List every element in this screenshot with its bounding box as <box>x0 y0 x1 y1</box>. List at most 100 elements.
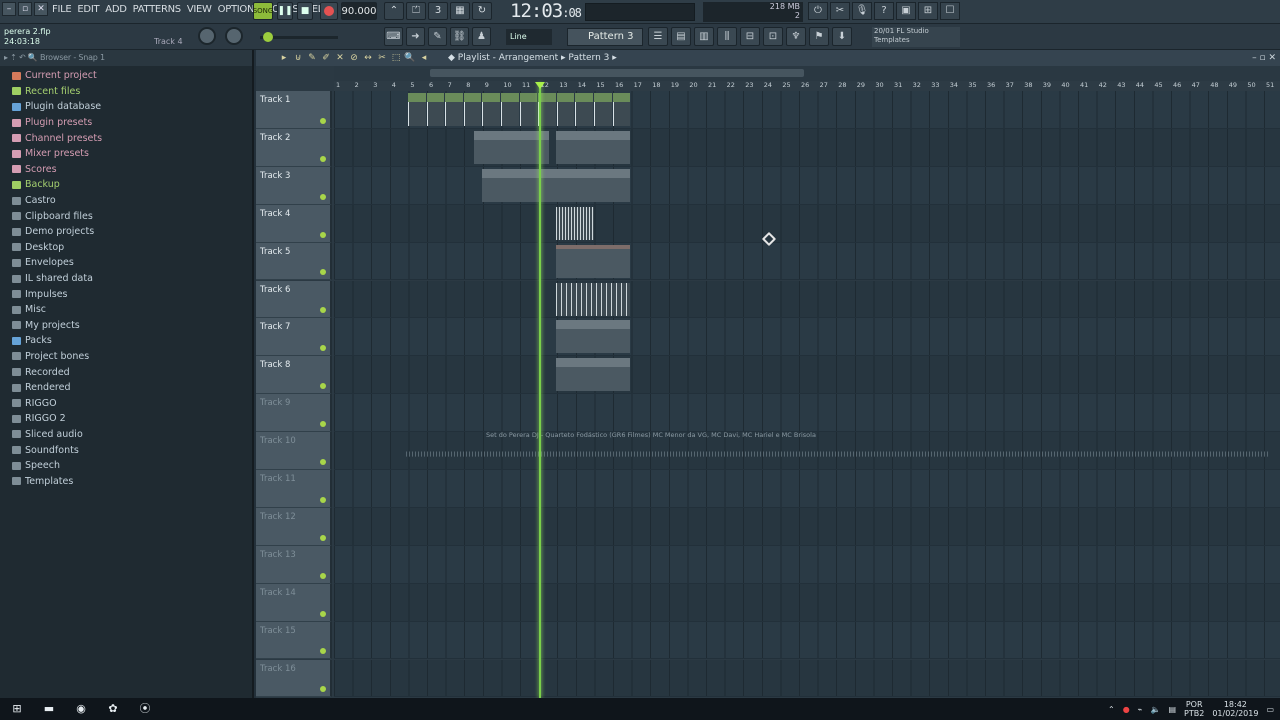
minimize-icon[interactable]: – <box>2 2 16 16</box>
touch-icon[interactable]: ♆ <box>786 27 806 46</box>
browser-item[interactable]: Plugin database <box>12 99 252 115</box>
track-mute-led[interactable] <box>320 458 326 465</box>
track-header[interactable]: Track 10 <box>256 432 332 470</box>
close-icon[interactable]: ✕ <box>1268 53 1276 63</box>
track-mute-led[interactable] <box>320 231 326 238</box>
loop-record-icon[interactable]: ↻ <box>472 2 492 20</box>
track-mute-led[interactable] <box>320 686 326 693</box>
track-lane[interactable] <box>334 280 1280 319</box>
bar-ruler[interactable]: 1 2 3 4 5 6 7 8 9 10 11 12 13 14 15 16 17 18 19 20 21 22 23 24 2… <box>334 81 1280 91</box>
clock[interactable]: 18:42 01/02/2019 <box>1212 700 1258 718</box>
channel-rack-icon[interactable]: ▥ <box>694 27 714 46</box>
link-icon[interactable]: ⛓ <box>450 27 469 46</box>
pattern-clip[interactable] <box>445 93 463 126</box>
playlist-icon[interactable]: ☰ <box>648 27 668 46</box>
paint-icon[interactable]: ✐ <box>320 52 332 64</box>
pattern-clip[interactable] <box>408 93 426 126</box>
song-mode-button[interactable]: SONG <box>253 2 273 20</box>
track-mute-led[interactable] <box>320 345 326 352</box>
browser-item[interactable]: Plugin presets <box>12 115 252 131</box>
browser-item[interactable]: Channel presets <box>12 130 252 146</box>
select-icon[interactable]: ⬚ <box>390 52 402 64</box>
track-mute-led[interactable] <box>320 648 326 655</box>
keyboard-icon[interactable]: ⌨ <box>384 27 403 46</box>
track-mute-led[interactable] <box>320 572 326 579</box>
menu-view[interactable]: VIEW <box>185 4 214 15</box>
track-header[interactable]: Track 13 <box>256 545 332 584</box>
browser-item[interactable]: Current project <box>12 68 252 84</box>
plugin-picker-icon[interactable]: ⊡ <box>763 27 783 46</box>
restore-icon[interactable]: ▫ <box>1259 53 1265 63</box>
pattern-clip[interactable]: Pattern 1 <box>556 130 630 164</box>
browser-item[interactable]: Project bones <box>12 349 252 365</box>
plugin-icon[interactable]: ⊞ <box>918 2 938 20</box>
track-lane[interactable] <box>334 621 1280 660</box>
track-header[interactable]: Track 4 <box>256 204 332 243</box>
browser-item[interactable]: RIGGO <box>12 395 252 411</box>
pattern-clip[interactable] <box>556 244 630 278</box>
audio-waveform[interactable] <box>406 451 1268 457</box>
pen-icon[interactable]: ✎ <box>428 27 447 46</box>
track-lane[interactable]: Pattern 2 Pattern 2 <box>334 166 1280 205</box>
zoom-icon[interactable]: 🔍 <box>404 52 416 64</box>
browser-item[interactable]: My projects <box>12 318 252 334</box>
help-icon[interactable]: ? <box>874 2 894 20</box>
track-lane[interactable] <box>334 204 1280 243</box>
browser-item[interactable]: RIGGO 2 <box>12 411 252 427</box>
mixer-icon[interactable]: ⫼ <box>717 27 737 46</box>
track-header[interactable]: Track 5 <box>256 242 332 281</box>
restore-icon[interactable]: ▫ <box>18 2 32 16</box>
pattern-selector[interactable]: Pattern 3 <box>567 28 643 46</box>
track-lane[interactable] <box>334 470 1280 508</box>
minimize-icon[interactable]: – <box>1252 53 1257 63</box>
pattern-clip[interactable]: Pattern 3 <box>556 320 630 354</box>
menu-arrow-icon[interactable]: ▸ <box>278 52 290 64</box>
draw-icon[interactable]: ✎ <box>306 52 318 64</box>
master-volume-knob[interactable] <box>198 27 216 45</box>
browser-item[interactable]: Speech <box>12 458 252 474</box>
notification-icon[interactable]: ▭ <box>1266 705 1274 714</box>
browser-item[interactable]: IL shared data <box>12 271 252 287</box>
track-lane[interactable] <box>334 242 1280 281</box>
snap-selector[interactable]: Line <box>506 29 552 45</box>
browser-item[interactable]: Backup <box>12 177 252 193</box>
magnet-icon[interactable]: ⊍ <box>292 52 304 64</box>
track-mute-led[interactable] <box>320 155 326 162</box>
countdown-icon[interactable]: 3 <box>428 2 448 20</box>
track-mute-led[interactable] <box>320 269 326 276</box>
chrome-icon[interactable]: ◉ <box>72 701 90 717</box>
tempo-tap-icon[interactable]: ⚑ <box>809 27 829 46</box>
browser-item[interactable]: Impulses <box>12 286 252 302</box>
track-header[interactable]: Track 14 <box>256 583 332 622</box>
pattern-clip[interactable] <box>612 93 631 126</box>
pattern-clip[interactable]: Pattern 1 <box>474 130 549 164</box>
play-audition-icon[interactable]: ◂ <box>418 52 430 64</box>
menu-file[interactable]: FILE <box>50 4 73 15</box>
browser-item[interactable]: Mixer presets <box>12 146 252 162</box>
keyboard-icon[interactable]: ▤ <box>1168 705 1176 714</box>
mute-icon[interactable]: ⊘ <box>348 52 360 64</box>
pause-button[interactable]: ❚❚ <box>277 2 293 20</box>
track-mute-led[interactable] <box>320 534 326 541</box>
news-panel[interactable]: 20/01 FL Studio Templates <box>872 27 960 47</box>
save-icon[interactable]: ▣ <box>896 2 916 20</box>
browser-item[interactable]: Recorded <box>12 364 252 380</box>
browser-item[interactable]: Desktop <box>12 240 252 256</box>
track-lane[interactable] <box>334 583 1280 622</box>
track-lane[interactable]: Pattern 1 Pattern 1 <box>334 128 1280 167</box>
track-header[interactable]: Track 3 <box>256 166 332 205</box>
track-mute-led[interactable] <box>320 496 326 503</box>
fl-studio-icon[interactable]: ✿ <box>104 701 122 717</box>
track-lane[interactable] <box>334 659 1280 698</box>
track-mute-led[interactable] <box>320 383 326 390</box>
pattern-clip[interactable]: Pattern 2 <box>482 168 556 202</box>
playhead-marker[interactable] <box>535 82 545 89</box>
pattern-clip[interactable] <box>594 93 612 126</box>
track-header[interactable]: Track 1 <box>256 91 332 129</box>
track-header[interactable]: Track 6 <box>256 280 332 319</box>
track-header[interactable]: Track 16 <box>256 659 332 698</box>
browser-item[interactable]: Sliced audio <box>12 427 252 443</box>
browser-item[interactable]: Rendered <box>12 380 252 396</box>
online-icon[interactable]: ⏻ <box>808 2 828 20</box>
pattern-clip[interactable] <box>463 93 482 126</box>
